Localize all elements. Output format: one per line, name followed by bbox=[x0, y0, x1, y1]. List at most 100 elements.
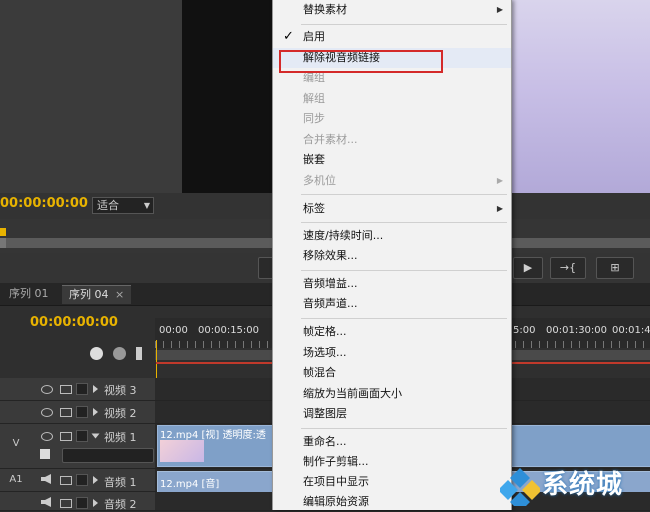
menu-item-audio-channels[interactable]: 音频声道... bbox=[273, 294, 511, 314]
menu-item-ungroup[interactable]: 解组 bbox=[273, 89, 511, 109]
lock-icon[interactable] bbox=[76, 474, 88, 486]
menu-item-label: 多机位 bbox=[303, 174, 336, 187]
display-style-icon[interactable] bbox=[40, 449, 50, 459]
menu-item-frame-blend[interactable]: 帧混合 bbox=[273, 363, 511, 383]
menu-item-label: 合并素材... bbox=[303, 133, 358, 146]
tab-label: 序列 01 bbox=[9, 287, 49, 300]
source-patch-a1[interactable]: A1 bbox=[0, 474, 32, 485]
scrub-fill bbox=[0, 238, 6, 248]
snap-icon[interactable] bbox=[90, 347, 103, 360]
lock-icon[interactable] bbox=[76, 430, 88, 442]
clip-title: 12.mp4 [视] 透明度:透 bbox=[160, 430, 266, 441]
logo-icon bbox=[500, 468, 540, 506]
ruler-label: 00:00:15:00 bbox=[198, 325, 260, 336]
watermark-logo: 系统城 bbox=[500, 462, 650, 510]
monitor-left-panel bbox=[0, 0, 182, 193]
export-frame-button[interactable]: ⊞ bbox=[596, 257, 634, 279]
keyframe-navigator[interactable] bbox=[62, 448, 154, 463]
track-label: 音频 1 bbox=[104, 476, 137, 489]
ruler-label: 00:01:30:00 bbox=[546, 325, 608, 336]
menu-separator bbox=[301, 270, 507, 271]
menu-item-synchronize[interactable]: 同步 bbox=[273, 109, 511, 129]
sync-lock-icon[interactable] bbox=[60, 432, 72, 441]
menu-item-label: 缩放为当前画面大小 bbox=[303, 387, 402, 400]
menu-separator bbox=[301, 24, 507, 25]
lock-icon[interactable] bbox=[76, 383, 88, 395]
menu-item-remove-effects[interactable]: 移除效果... bbox=[273, 246, 511, 266]
menu-item-label: 调整图层 bbox=[303, 407, 347, 420]
go-to-out-button[interactable]: →{ bbox=[550, 257, 586, 279]
chevron-right-icon[interactable] bbox=[93, 385, 98, 393]
menu-item-nest[interactable]: 嵌套 bbox=[273, 150, 511, 170]
menu-item-label: 解组 bbox=[303, 92, 325, 105]
menu-item-merge-clips[interactable]: 合并素材... bbox=[273, 130, 511, 150]
timeline-timecode[interactable]: 00:00:00:00 bbox=[30, 315, 118, 330]
menu-item-scale-to-frame[interactable]: 缩放为当前画面大小 bbox=[273, 384, 511, 404]
menu-separator bbox=[301, 318, 507, 319]
clip-context-menu: 替换素材 ▶ ✓ 启用 解除视音频链接 编组 解组 同步 合并素材... 嵌套 … bbox=[272, 0, 512, 510]
sync-lock-icon[interactable] bbox=[60, 499, 72, 508]
menu-item-label: 同步 bbox=[303, 112, 325, 125]
eye-icon[interactable] bbox=[41, 432, 53, 441]
close-icon[interactable]: × bbox=[115, 288, 124, 301]
video-preview-image bbox=[512, 0, 650, 193]
menu-item-label: 帧混合 bbox=[303, 366, 336, 379]
track-label: 视频 2 bbox=[104, 407, 137, 420]
track-label: 视频 3 bbox=[104, 384, 137, 397]
menu-item-label: 标签 bbox=[303, 202, 325, 215]
sync-lock-icon[interactable] bbox=[60, 408, 72, 417]
chevron-down-icon[interactable] bbox=[91, 433, 100, 439]
marker-icon[interactable] bbox=[113, 347, 126, 360]
lock-icon[interactable] bbox=[76, 497, 88, 509]
step-forward-button[interactable]: ▶ bbox=[513, 257, 543, 279]
eye-icon[interactable] bbox=[41, 408, 53, 417]
menu-item-rename[interactable]: 重命名... bbox=[273, 432, 511, 452]
tab-sequence-04[interactable]: 序列 04 × bbox=[62, 285, 132, 304]
check-icon: ✓ bbox=[283, 29, 294, 44]
fit-zoom-value: 适合 bbox=[97, 199, 119, 212]
chevron-down-icon: ▼ bbox=[143, 201, 150, 210]
menu-item-speed-duration[interactable]: 速度/持续时间... bbox=[273, 226, 511, 246]
menu-item-audio-gain[interactable]: 音频增益... bbox=[273, 274, 511, 294]
menu-separator bbox=[301, 222, 507, 223]
menu-item-label: 在项目中显示 bbox=[303, 475, 369, 488]
monitor-timecode[interactable]: 00:00:00:00 bbox=[0, 196, 88, 211]
clip-thumbnail bbox=[160, 440, 204, 462]
chevron-right-icon[interactable] bbox=[93, 476, 98, 484]
menu-item-label: 速度/持续时间... bbox=[303, 229, 384, 242]
chevron-right-icon: ▶ bbox=[496, 204, 503, 213]
tab-sequence-01[interactable]: 序列 01 bbox=[2, 285, 56, 303]
menu-item-label: 嵌套 bbox=[303, 153, 325, 166]
ruler-label: 00:01:4 bbox=[612, 325, 650, 336]
sync-lock-icon[interactable] bbox=[60, 385, 72, 394]
menu-item-enable[interactable]: ✓ 启用 bbox=[273, 27, 511, 47]
fit-zoom-select[interactable]: 适合 ▼ bbox=[92, 197, 154, 214]
track-label: 视频 1 bbox=[104, 431, 137, 444]
menu-item-field-options[interactable]: 场选项... bbox=[273, 343, 511, 363]
chevron-right-icon[interactable] bbox=[93, 408, 98, 416]
menu-item-label: 音频增益... bbox=[303, 277, 358, 290]
source-patch-v[interactable]: V bbox=[0, 438, 32, 449]
chevron-right-icon[interactable] bbox=[93, 499, 98, 507]
menu-item-label: 场选项... bbox=[303, 346, 347, 359]
menu-separator bbox=[301, 194, 507, 195]
eye-icon[interactable] bbox=[41, 385, 53, 394]
menu-item-label: 替换素材 bbox=[303, 3, 347, 16]
menu-item-label: 音频声道... bbox=[303, 297, 358, 310]
lock-icon[interactable] bbox=[76, 406, 88, 418]
menu-item-make-subclip[interactable]: 制作子剪辑... bbox=[273, 452, 511, 472]
menu-item-adjustment-layer[interactable]: 调整图层 bbox=[273, 404, 511, 424]
menu-item-reveal-in-project[interactable]: 在项目中显示 bbox=[273, 472, 511, 492]
menu-item-label: 重命名... bbox=[303, 435, 347, 448]
pin-icon[interactable] bbox=[136, 347, 142, 360]
menu-item-edit-original[interactable]: 编辑原始资源 bbox=[273, 492, 511, 512]
sync-lock-icon[interactable] bbox=[60, 476, 72, 485]
menu-item-multi-camera[interactable]: 多机位 ▶ bbox=[273, 171, 511, 191]
menu-item-frame-hold[interactable]: 帧定格... bbox=[273, 322, 511, 342]
playhead-marker-icon[interactable] bbox=[0, 228, 6, 236]
ruler-label: 00:00 bbox=[159, 325, 188, 336]
menu-item-replace-footage[interactable]: 替换素材 ▶ bbox=[273, 0, 511, 20]
menu-item-label-submenu[interactable]: 标签 ▶ bbox=[273, 199, 511, 219]
watermark-text: 系统城 bbox=[542, 470, 624, 500]
menu-separator bbox=[301, 428, 507, 429]
